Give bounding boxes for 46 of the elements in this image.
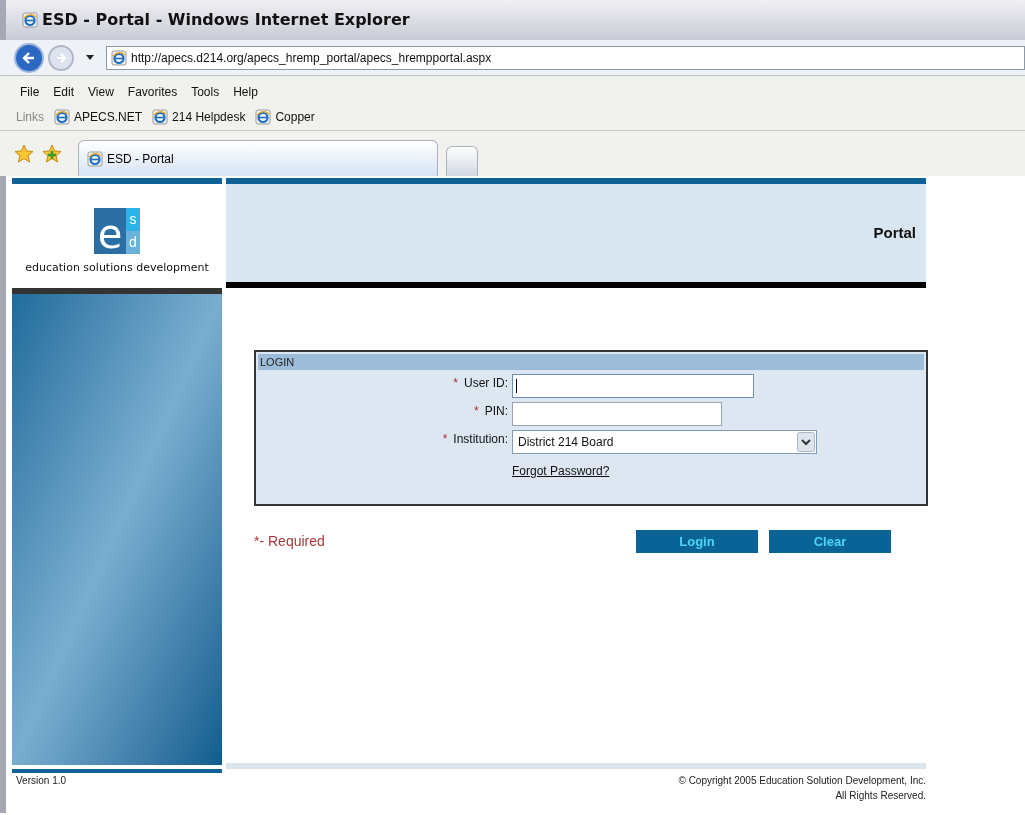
required-mark: * — [453, 375, 458, 392]
address-field[interactable]: http://apecs.d214.org/apecs_hremp_portal/apecs_hrempportal.aspx — [106, 45, 1025, 70]
ie-icon — [87, 150, 103, 167]
field-label: PIN: — [484, 403, 508, 420]
new-tab-button[interactable] — [446, 146, 478, 176]
forward-arrow-icon — [55, 51, 67, 64]
link-button[interactable]: APECS.NET — [54, 108, 143, 126]
field-label: User ID: — [464, 375, 508, 392]
menu-item[interactable]: View — [88, 83, 114, 101]
menu-item[interactable]: Edit — [53, 83, 75, 101]
institution-dropdown[interactable]: District 214 Board — [512, 430, 817, 454]
rights-text: All Rights Reserved. — [835, 789, 926, 803]
copyright-text: © Copyright 2005 Education Solution Development, Inc. — [678, 774, 926, 788]
version-text: Version 1.0 — [15, 774, 67, 788]
link-button[interactable]: Copper — [255, 108, 315, 126]
login-button[interactable]: Login — [636, 530, 758, 553]
header-title: Portal — [873, 222, 916, 243]
forgot-password-link[interactable]: Forgot Password? — [512, 464, 610, 478]
ie-logo-icon — [22, 12, 38, 28]
clear-button[interactable]: Clear — [769, 530, 891, 553]
url-text: http://apecs.d214.org/apecs_hremp_portal/apecs_hrempportal.aspx — [131, 49, 492, 67]
ie-icon — [255, 109, 272, 125]
logo-caption: education solutions development — [25, 259, 209, 276]
ie-icon — [111, 49, 127, 66]
dropdown-caret-icon[interactable] — [86, 55, 94, 60]
menu-item[interactable]: Tools — [191, 83, 220, 101]
menu-item[interactable]: File — [20, 83, 40, 101]
links-label: Links — [16, 109, 44, 126]
pin-field[interactable] — [512, 402, 722, 426]
add-favorite-icon[interactable] — [42, 144, 62, 164]
field-label: Institution: — [453, 431, 508, 448]
panel-header: LOGIN — [258, 354, 924, 370]
link-button[interactable]: 214 Helpdesk — [152, 108, 246, 126]
required-mark: * — [442, 431, 448, 448]
ie-icon — [152, 109, 169, 125]
menu-item[interactable]: Favorites — [127, 83, 178, 101]
window-title: ESD - Portal - Windows Internet Explorer — [42, 9, 410, 31]
browser-tab[interactable]: ESD - Portal — [78, 140, 438, 176]
ie-icon — [54, 109, 70, 125]
required-legend: *- Required — [254, 531, 636, 552]
star-icon[interactable] — [14, 144, 34, 164]
user-id-field[interactable] — [512, 374, 754, 398]
menu-item[interactable]: Help — [233, 83, 258, 101]
required-mark: * — [474, 403, 479, 420]
back-button[interactable] — [14, 42, 44, 73]
back-arrow-icon — [22, 50, 36, 65]
